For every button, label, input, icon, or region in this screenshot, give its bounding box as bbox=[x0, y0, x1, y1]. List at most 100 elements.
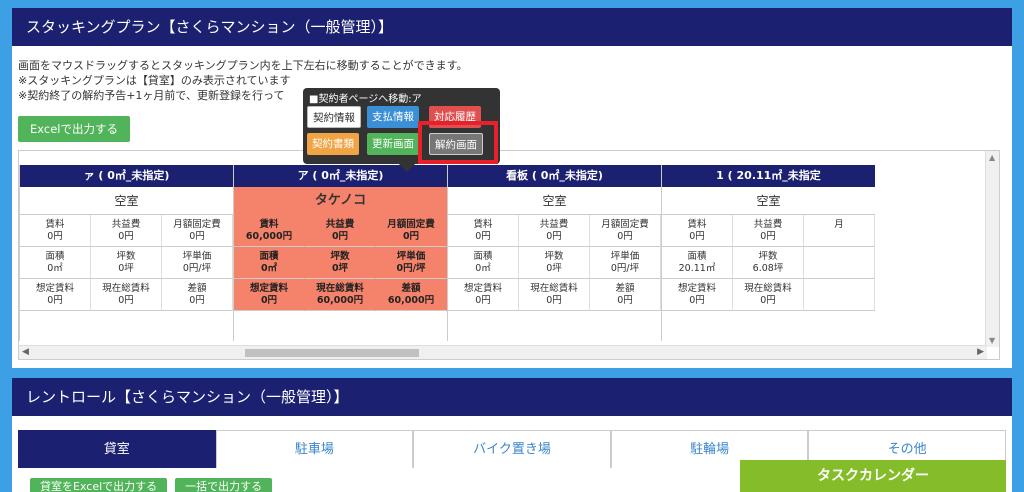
excel-export-button[interactable]: Excelで出力する bbox=[18, 116, 130, 142]
stacking-plan-panel: スタッキングプラン【さくらマンション（一般管理）】 画面をマウスドラッグするとス… bbox=[12, 8, 1012, 368]
cell-value: 0円 bbox=[189, 295, 205, 306]
cell-value: 0円 bbox=[47, 295, 63, 306]
cell-label: 共益費 bbox=[753, 219, 783, 230]
unit-name: 看板 ( 0㎡_未指定) bbox=[448, 165, 661, 187]
unit-cell: 月 bbox=[804, 215, 875, 247]
export-rooms-excel-button[interactable]: 貸室をExcelで出力する bbox=[30, 478, 168, 492]
cell-value: 0円 bbox=[475, 231, 491, 242]
cell-label: 差額 bbox=[615, 283, 635, 294]
stacking-scroll-area[interactable]: あ ( 0㎡_未指定)空室共益費0円月額固定費0円坪数0坪坪単価0円/坪料現在総… bbox=[18, 150, 1000, 360]
tab-rooms[interactable]: 貸室 bbox=[18, 430, 216, 468]
cell-value: 0円 bbox=[760, 295, 776, 306]
cell-label: 坪単価 bbox=[610, 251, 640, 262]
cell-value: 0㎡ bbox=[475, 263, 491, 274]
cell-label: 現在総賃料 bbox=[102, 283, 150, 294]
unit-column[interactable]: 看板 ( 0㎡_未指定) 空室 賃料 0円 共益費 0円 月額固定費 0円 面積 0㎡ 坪数 0坪 坪単… bbox=[447, 165, 661, 341]
bulk-export-button[interactable]: 一括で出力する bbox=[175, 478, 273, 492]
stacking-grid: あ ( 0㎡_未指定)空室共益費0円月額固定費0円坪数0坪坪単価0円/坪料現在総… bbox=[19, 165, 987, 341]
cell-value: 0坪 bbox=[118, 263, 134, 274]
unit-cell: 差額 60,000円 bbox=[376, 279, 447, 311]
cell-value: 20.11㎡ bbox=[678, 263, 716, 274]
unit-cell: 坪数 6.08坪 bbox=[733, 247, 804, 279]
unit-cell: 坪数 0坪 bbox=[519, 247, 590, 279]
rent-roll-actions: 貸室をExcelで出力する 一括で出力する bbox=[30, 478, 273, 492]
unit-tenant: 空室 bbox=[20, 187, 233, 215]
unit-cells: 賃料 0円 共益費 0円 月額固定費 0円 面積 0㎡ 坪数 0坪 坪単価 0円/坪 想定賃料 0円 現在総… bbox=[448, 215, 661, 311]
unit-name: ア ( 0㎡_未指定) bbox=[234, 165, 447, 187]
contract-docs-button[interactable]: 契約書類 bbox=[307, 133, 359, 155]
cell-value: 0円 bbox=[118, 295, 134, 306]
cell-value: 60,000円 bbox=[245, 231, 293, 242]
unit-cell: 現在総賃料 60,000円 bbox=[305, 279, 376, 311]
scroll-down-icon[interactable]: ▼ bbox=[989, 336, 995, 345]
cell-label: 坪数 bbox=[758, 251, 778, 262]
scroll-up-icon[interactable]: ▲ bbox=[989, 153, 995, 162]
unit-cell: 現在総賃料 0円 bbox=[519, 279, 590, 311]
unit-column[interactable]: ア ( 0㎡_未指定) タケノコ 賃料 60,000円 共益費 0円 月額固定費 0円 面積 0㎡… bbox=[233, 165, 447, 341]
unit-cell: 共益費 0円 bbox=[305, 215, 376, 247]
cell-label: 坪数 bbox=[330, 251, 350, 262]
cell-value: 0坪 bbox=[331, 263, 349, 274]
cell-label: 共益費 bbox=[539, 219, 569, 230]
cell-value: 0円 bbox=[689, 231, 705, 242]
cell-label: 月額固定費 bbox=[601, 219, 649, 230]
cell-value: 0円 bbox=[546, 231, 562, 242]
cell-label: 月額固定費 bbox=[173, 219, 221, 230]
cell-label: 賃料 bbox=[45, 219, 65, 230]
vertical-scrollbar[interactable]: ▲ ▼ bbox=[985, 151, 999, 347]
cell-value: 0円 bbox=[689, 295, 705, 306]
cell-value: 0円/坪 bbox=[396, 263, 426, 274]
unit-cell: 差額 0円 bbox=[162, 279, 233, 311]
cell-value: 60,000円 bbox=[387, 295, 435, 306]
cell-label: 坪単価 bbox=[396, 251, 426, 262]
renewal-button[interactable]: 更新画面 bbox=[367, 133, 419, 155]
unit-cell: 現在総賃料 0円 bbox=[733, 279, 804, 311]
unit-column[interactable]: ァ ( 0㎡_未指定) 空室 賃料 0円 共益費 0円 月額固定費 0円 面積 0㎡ 坪数 0坪 坪単価… bbox=[19, 165, 233, 341]
cell-label: 現在総賃料 bbox=[744, 283, 792, 294]
cell-label: 想定賃料 bbox=[35, 283, 74, 294]
cell-value: 0㎡ bbox=[47, 263, 63, 274]
unit-tenant: 空室 bbox=[662, 187, 875, 215]
tab-bike-parking[interactable]: バイク置き場 bbox=[413, 430, 611, 468]
scroll-left-icon[interactable]: ◀ bbox=[22, 347, 29, 357]
cell-label: 現在総賃料 bbox=[530, 283, 578, 294]
desc-line-2: ※スタッキングプランは【貸室】のみ表示されています bbox=[18, 74, 291, 87]
unit-cell: 月額固定費 0円 bbox=[590, 215, 661, 247]
unit-cell: 現在総賃料 0円 bbox=[91, 279, 162, 311]
cell-value: 0円 bbox=[331, 231, 349, 242]
tab-parking[interactable]: 駐車場 bbox=[215, 430, 414, 468]
cell-value: 0円 bbox=[617, 231, 633, 242]
cell-label: 想定賃料 bbox=[249, 283, 288, 294]
unit-tenant: タケノコ bbox=[234, 187, 447, 215]
cell-label: 現在総賃料 bbox=[316, 283, 364, 294]
cell-value: 0円 bbox=[189, 231, 205, 242]
unit-cell bbox=[804, 279, 875, 311]
cell-label: 坪数 bbox=[116, 251, 136, 262]
cell-value: 0円 bbox=[47, 231, 63, 242]
horizontal-scroll-thumb[interactable] bbox=[245, 349, 419, 357]
cell-label: 差額 bbox=[401, 283, 421, 294]
cell-label: 賃料 bbox=[473, 219, 493, 230]
payment-info-button[interactable]: 支払情報 bbox=[367, 106, 419, 128]
cell-label: 面積 bbox=[687, 251, 707, 262]
cell-label: 面積 bbox=[259, 251, 279, 262]
unit-cell: 面積 0㎡ bbox=[234, 247, 305, 279]
unit-column[interactable]: 1 ( 20.11㎡_未指定 空室 賃料 0円 共益費 0円月面積 20.11㎡ 坪数 6.08… bbox=[661, 165, 875, 341]
unit-cell: 賃料 0円 bbox=[662, 215, 733, 247]
cell-label: 想定賃料 bbox=[463, 283, 502, 294]
unit-cell: 賃料 0円 bbox=[448, 215, 519, 247]
scroll-right-icon[interactable]: ▶ bbox=[977, 347, 984, 357]
unit-cell: 共益費 0円 bbox=[91, 215, 162, 247]
unit-cell: 坪数 0坪 bbox=[305, 247, 376, 279]
cell-label: 賃料 bbox=[259, 219, 279, 230]
cell-label: 共益費 bbox=[111, 219, 141, 230]
unit-cell: 坪単価 0円/坪 bbox=[590, 247, 661, 279]
cell-value: 0円 bbox=[617, 295, 633, 306]
task-calendar-button[interactable]: タスクカレンダー bbox=[740, 460, 1006, 492]
contract-info-button[interactable]: 契約情報 bbox=[307, 106, 361, 128]
unit-cell: 想定賃料 0円 bbox=[448, 279, 519, 311]
cell-label: 面積 bbox=[45, 251, 65, 262]
unit-cells: 賃料 0円 共益費 0円 月額固定費 0円 面積 0㎡ 坪数 0坪 坪単価 0円/坪 想定賃料 0円 現在総… bbox=[20, 215, 233, 311]
horizontal-scrollbar[interactable]: ◀ ▶ bbox=[19, 345, 987, 359]
rent-roll-title: レントロール【さくらマンション（一般管理）】 bbox=[12, 378, 1012, 416]
